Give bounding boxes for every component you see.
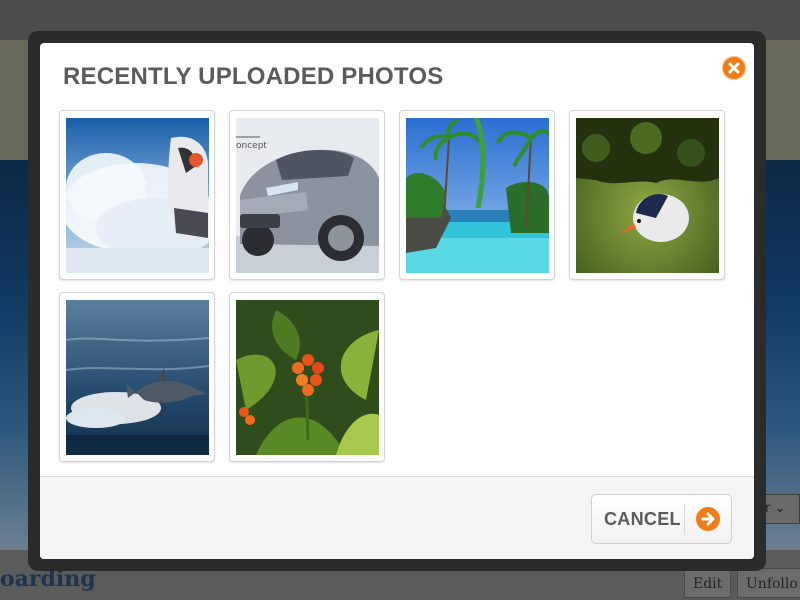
modal-footer: CANCEL: [40, 476, 754, 559]
photo-bird: [576, 118, 719, 273]
cancel-button-label: CANCEL: [604, 509, 681, 529]
photo-jetski: [66, 118, 209, 273]
modal-title: RECENTLY UPLOADED PHOTOS: [63, 63, 444, 90]
background-unfollow-button: Unfollo: [737, 568, 800, 598]
cancel-button[interactable]: CANCEL: [591, 494, 732, 544]
recent-photos-modal: RECENTLY UPLOADED PHOTOS oncept CANCEL: [40, 43, 754, 559]
photo-thumb-flower[interactable]: [229, 292, 385, 462]
photo-thumb-bird[interactable]: [569, 110, 725, 280]
photo-thumb-dolphin[interactable]: [59, 292, 215, 462]
close-button[interactable]: [722, 56, 746, 80]
photo-dolphin: [66, 300, 209, 455]
background-edit-button: Edit: [684, 568, 732, 598]
photo-thumb-car[interactable]: oncept: [229, 110, 385, 280]
cancel-button-divider: [684, 504, 685, 534]
photo-thumb-jetski[interactable]: [59, 110, 215, 280]
car-caption: oncept: [236, 141, 267, 151]
chevron-down-icon: ⌄: [774, 501, 786, 516]
photo-pool: [406, 118, 549, 273]
photo-flower: [236, 300, 379, 455]
arrow-right-circle-icon: [696, 507, 720, 531]
photo-thumb-pool[interactable]: [399, 110, 555, 280]
photo-car: oncept: [236, 118, 379, 273]
close-icon: [728, 62, 740, 74]
